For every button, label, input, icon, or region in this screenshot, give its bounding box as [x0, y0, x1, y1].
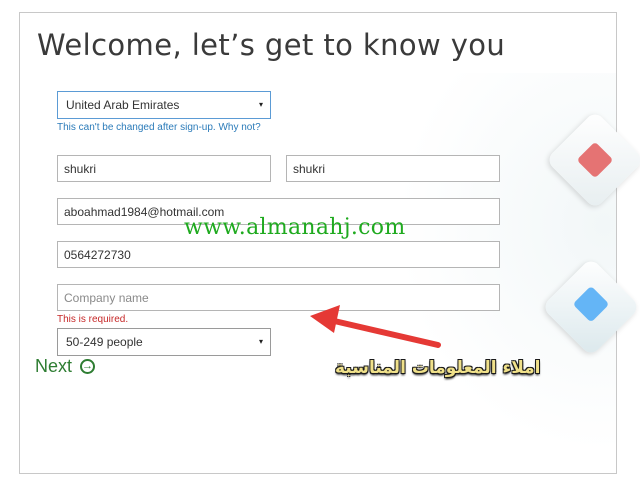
page-title: Welcome, let’s get to know you [37, 28, 506, 62]
chevron-down-icon: ▾ [258, 337, 263, 346]
country-select[interactable]: United Arab Emirates ▾ [57, 91, 271, 119]
next-button[interactable]: Next → [35, 356, 96, 377]
arabic-instruction-caption: املاء المعلومات المناسبة [335, 358, 541, 378]
last-name-field[interactable]: shukri [286, 155, 500, 182]
clipboard-icon [576, 141, 614, 179]
company-size-value: 50-249 people [66, 335, 143, 349]
chevron-down-icon: ▾ [258, 100, 263, 109]
next-button-label: Next [35, 356, 73, 376]
first-name-field[interactable]: shukri [57, 155, 271, 182]
company-size-select[interactable]: 50-249 people ▾ [57, 328, 271, 356]
phone-field[interactable]: 0564272730 [57, 241, 500, 268]
country-hint-link[interactable]: This can't be changed after sign-up. Why… [57, 122, 261, 133]
watermark-text: www.almanahj.com [184, 215, 406, 240]
book-icon [572, 285, 610, 323]
red-arrow-annotation [310, 305, 441, 348]
arrow-right-circle-icon: → [80, 359, 96, 374]
country-select-value: United Arab Emirates [66, 98, 180, 112]
company-error-message: This is required. [57, 314, 129, 325]
